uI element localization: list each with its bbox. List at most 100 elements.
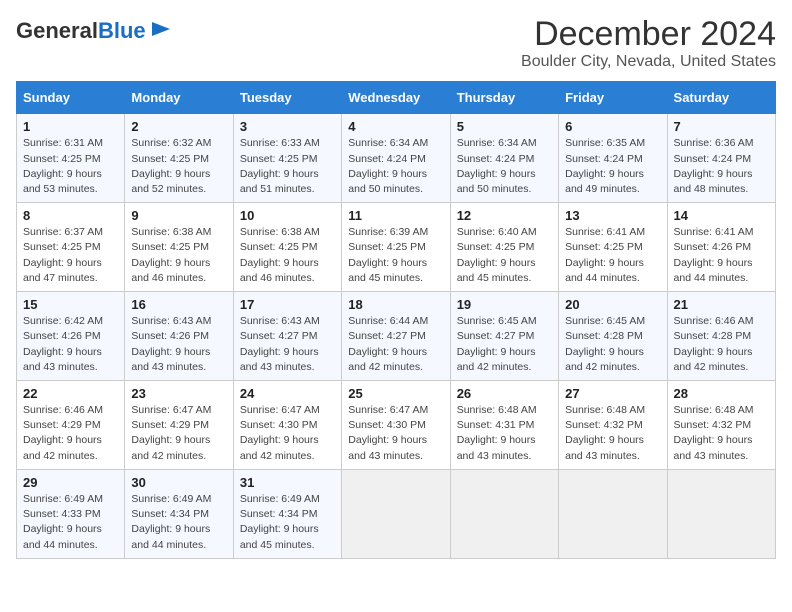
day-number: 15	[23, 297, 118, 312]
day-of-week-header: Friday	[559, 82, 667, 114]
calendar-day-cell: 25 Sunrise: 6:47 AMSunset: 4:30 PMDaylig…	[342, 381, 450, 470]
calendar-day-cell: 29 Sunrise: 6:49 AMSunset: 4:33 PMDaylig…	[17, 469, 125, 558]
calendar-day-cell: 28 Sunrise: 6:48 AMSunset: 4:32 PMDaylig…	[667, 381, 775, 470]
day-number: 8	[23, 208, 118, 223]
logo-arrow-icon	[150, 18, 172, 40]
title-area: December 2024 Boulder City, Nevada, Unit…	[521, 16, 776, 71]
day-number: 5	[457, 119, 552, 134]
day-info: Sunrise: 6:45 AMSunset: 4:27 PMDaylight:…	[457, 314, 552, 375]
day-number: 19	[457, 297, 552, 312]
day-info: Sunrise: 6:49 AMSunset: 4:33 PMDaylight:…	[23, 492, 118, 553]
day-info: Sunrise: 6:43 AMSunset: 4:27 PMDaylight:…	[240, 314, 335, 375]
day-info: Sunrise: 6:46 AMSunset: 4:28 PMDaylight:…	[674, 314, 769, 375]
calendar-day-cell: 12 Sunrise: 6:40 AMSunset: 4:25 PMDaylig…	[450, 203, 558, 292]
day-info: Sunrise: 6:33 AMSunset: 4:25 PMDaylight:…	[240, 136, 335, 197]
day-info: Sunrise: 6:38 AMSunset: 4:25 PMDaylight:…	[240, 225, 335, 286]
day-number: 11	[348, 208, 443, 223]
day-number: 7	[674, 119, 769, 134]
calendar-day-cell: 26 Sunrise: 6:48 AMSunset: 4:31 PMDaylig…	[450, 381, 558, 470]
calendar-day-cell: 15 Sunrise: 6:42 AMSunset: 4:26 PMDaylig…	[17, 292, 125, 381]
day-info: Sunrise: 6:49 AMSunset: 4:34 PMDaylight:…	[131, 492, 226, 553]
day-number: 3	[240, 119, 335, 134]
day-info: Sunrise: 6:47 AMSunset: 4:30 PMDaylight:…	[240, 403, 335, 464]
calendar-day-cell: 30 Sunrise: 6:49 AMSunset: 4:34 PMDaylig…	[125, 469, 233, 558]
day-info: Sunrise: 6:48 AMSunset: 4:32 PMDaylight:…	[565, 403, 660, 464]
calendar: SundayMondayTuesdayWednesdayThursdayFrid…	[16, 81, 776, 558]
day-of-week-header: Tuesday	[233, 82, 341, 114]
calendar-day-cell: 8 Sunrise: 6:37 AMSunset: 4:25 PMDayligh…	[17, 203, 125, 292]
day-info: Sunrise: 6:45 AMSunset: 4:28 PMDaylight:…	[565, 314, 660, 375]
calendar-week-row: 29 Sunrise: 6:49 AMSunset: 4:33 PMDaylig…	[17, 469, 776, 558]
day-info: Sunrise: 6:40 AMSunset: 4:25 PMDaylight:…	[457, 225, 552, 286]
day-number: 26	[457, 386, 552, 401]
calendar-day-cell: 20 Sunrise: 6:45 AMSunset: 4:28 PMDaylig…	[559, 292, 667, 381]
day-number: 2	[131, 119, 226, 134]
calendar-day-cell: 31 Sunrise: 6:49 AMSunset: 4:34 PMDaylig…	[233, 469, 341, 558]
day-number: 20	[565, 297, 660, 312]
day-number: 27	[565, 386, 660, 401]
calendar-day-cell: 11 Sunrise: 6:39 AMSunset: 4:25 PMDaylig…	[342, 203, 450, 292]
calendar-day-cell	[450, 469, 558, 558]
calendar-day-cell	[559, 469, 667, 558]
calendar-day-cell: 9 Sunrise: 6:38 AMSunset: 4:25 PMDayligh…	[125, 203, 233, 292]
day-info: Sunrise: 6:49 AMSunset: 4:34 PMDaylight:…	[240, 492, 335, 553]
day-number: 13	[565, 208, 660, 223]
day-of-week-header: Saturday	[667, 82, 775, 114]
calendar-day-cell: 23 Sunrise: 6:47 AMSunset: 4:29 PMDaylig…	[125, 381, 233, 470]
calendar-week-row: 15 Sunrise: 6:42 AMSunset: 4:26 PMDaylig…	[17, 292, 776, 381]
calendar-day-cell: 21 Sunrise: 6:46 AMSunset: 4:28 PMDaylig…	[667, 292, 775, 381]
calendar-day-cell: 14 Sunrise: 6:41 AMSunset: 4:26 PMDaylig…	[667, 203, 775, 292]
calendar-day-cell: 22 Sunrise: 6:46 AMSunset: 4:29 PMDaylig…	[17, 381, 125, 470]
day-info: Sunrise: 6:44 AMSunset: 4:27 PMDaylight:…	[348, 314, 443, 375]
day-number: 12	[457, 208, 552, 223]
day-number: 29	[23, 475, 118, 490]
day-of-week-header: Thursday	[450, 82, 558, 114]
day-of-week-header: Wednesday	[342, 82, 450, 114]
calendar-day-cell: 24 Sunrise: 6:47 AMSunset: 4:30 PMDaylig…	[233, 381, 341, 470]
calendar-day-cell: 10 Sunrise: 6:38 AMSunset: 4:25 PMDaylig…	[233, 203, 341, 292]
day-info: Sunrise: 6:39 AMSunset: 4:25 PMDaylight:…	[348, 225, 443, 286]
calendar-day-cell: 7 Sunrise: 6:36 AMSunset: 4:24 PMDayligh…	[667, 114, 775, 203]
day-info: Sunrise: 6:38 AMSunset: 4:25 PMDaylight:…	[131, 225, 226, 286]
calendar-day-cell: 16 Sunrise: 6:43 AMSunset: 4:26 PMDaylig…	[125, 292, 233, 381]
day-info: Sunrise: 6:41 AMSunset: 4:26 PMDaylight:…	[674, 225, 769, 286]
day-number: 18	[348, 297, 443, 312]
day-number: 30	[131, 475, 226, 490]
day-number: 31	[240, 475, 335, 490]
day-number: 6	[565, 119, 660, 134]
logo: GeneralBlue	[16, 16, 172, 45]
calendar-day-cell: 17 Sunrise: 6:43 AMSunset: 4:27 PMDaylig…	[233, 292, 341, 381]
calendar-day-cell	[342, 469, 450, 558]
calendar-week-row: 8 Sunrise: 6:37 AMSunset: 4:25 PMDayligh…	[17, 203, 776, 292]
logo-text: GeneralBlue	[16, 20, 146, 42]
calendar-header-row: SundayMondayTuesdayWednesdayThursdayFrid…	[17, 82, 776, 114]
calendar-day-cell: 27 Sunrise: 6:48 AMSunset: 4:32 PMDaylig…	[559, 381, 667, 470]
day-number: 25	[348, 386, 443, 401]
day-info: Sunrise: 6:48 AMSunset: 4:32 PMDaylight:…	[674, 403, 769, 464]
calendar-day-cell: 19 Sunrise: 6:45 AMSunset: 4:27 PMDaylig…	[450, 292, 558, 381]
day-number: 10	[240, 208, 335, 223]
day-number: 17	[240, 297, 335, 312]
day-number: 22	[23, 386, 118, 401]
calendar-day-cell: 1 Sunrise: 6:31 AMSunset: 4:25 PMDayligh…	[17, 114, 125, 203]
day-number: 16	[131, 297, 226, 312]
day-number: 9	[131, 208, 226, 223]
day-info: Sunrise: 6:43 AMSunset: 4:26 PMDaylight:…	[131, 314, 226, 375]
header: GeneralBlue December 2024 Boulder City, …	[16, 16, 776, 71]
day-info: Sunrise: 6:36 AMSunset: 4:24 PMDaylight:…	[674, 136, 769, 197]
day-number: 4	[348, 119, 443, 134]
day-info: Sunrise: 6:48 AMSunset: 4:31 PMDaylight:…	[457, 403, 552, 464]
day-of-week-header: Sunday	[17, 82, 125, 114]
calendar-day-cell	[667, 469, 775, 558]
calendar-day-cell: 4 Sunrise: 6:34 AMSunset: 4:24 PMDayligh…	[342, 114, 450, 203]
month-title: December 2024	[521, 16, 776, 53]
calendar-day-cell: 6 Sunrise: 6:35 AMSunset: 4:24 PMDayligh…	[559, 114, 667, 203]
day-info: Sunrise: 6:32 AMSunset: 4:25 PMDaylight:…	[131, 136, 226, 197]
day-of-week-header: Monday	[125, 82, 233, 114]
day-info: Sunrise: 6:46 AMSunset: 4:29 PMDaylight:…	[23, 403, 118, 464]
calendar-week-row: 1 Sunrise: 6:31 AMSunset: 4:25 PMDayligh…	[17, 114, 776, 203]
location-title: Boulder City, Nevada, United States	[521, 53, 776, 71]
day-info: Sunrise: 6:47 AMSunset: 4:29 PMDaylight:…	[131, 403, 226, 464]
day-info: Sunrise: 6:47 AMSunset: 4:30 PMDaylight:…	[348, 403, 443, 464]
day-info: Sunrise: 6:34 AMSunset: 4:24 PMDaylight:…	[348, 136, 443, 197]
